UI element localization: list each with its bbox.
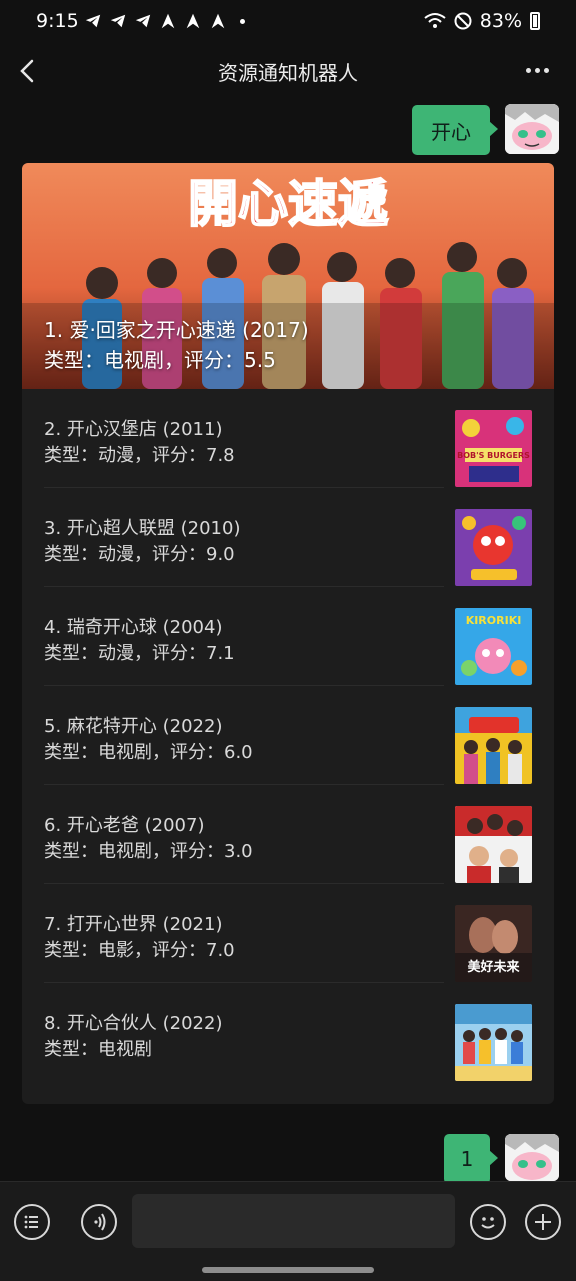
svg-text:開心速遞: 開心速遞 (188, 175, 389, 233)
list-item[interactable]: 5. 麻花特开心 (2022) 类型：电视剧，评分：6.0 (22, 686, 554, 785)
telegram-icon (110, 14, 126, 28)
item-thumbnail (455, 707, 532, 784)
notification-icons (84, 12, 245, 30)
item-title: 7. 打开心世界 (2021) (44, 914, 223, 935)
chat-title: 资源通知机器人 (218, 61, 358, 85)
home-indicator[interactable] (202, 1267, 374, 1273)
item-thumbnail: 美好未来 (455, 905, 532, 982)
item-thumbnail (455, 1004, 532, 1081)
item-thumbnail: BOB'S BURGERS (455, 410, 532, 487)
avatar-image (505, 1134, 559, 1181)
status-bar: 9:15 83% (0, 0, 576, 46)
svg-text:美好未来: 美好未来 (467, 959, 520, 975)
chat-header: 资源通知机器人 (0, 46, 576, 98)
item-subtitle: 类型：电视剧 (44, 1039, 152, 1060)
plus-icon[interactable] (525, 1204, 561, 1240)
list-item[interactable]: 4. 瑞奇开心球 (2004) 类型：动漫，评分：7.1 KIRORIKI (22, 587, 554, 686)
arrow-icon (211, 13, 225, 29)
item-subtitle: 类型：动漫，评分：7.8 (44, 445, 235, 466)
item-subtitle: 类型：动漫，评分：7.1 (44, 643, 235, 664)
avatar[interactable] (505, 1134, 559, 1181)
wifi-icon (424, 13, 446, 28)
user-message-text: 1 (460, 1147, 474, 1171)
list-item[interactable]: 2. 开心汉堡店 (2011) 类型：动漫，评分：7.8 BOB'S BURGE… (22, 389, 554, 488)
item-title: 6. 开心老爸 (2007) (44, 815, 205, 836)
item-title: 4. 瑞奇开心球 (2004) (44, 617, 223, 638)
item-title: 8. 开心合伙人 (2022) (44, 1013, 223, 1034)
featured-subtitle: 类型：电视剧，评分：5.5 (44, 348, 276, 372)
menu-list-icon[interactable] (14, 1204, 50, 1240)
search-result-card[interactable]: 開心速遞 1. 爱·回家之开心速递 (2017) 类型：电视剧，评分：5.5 2… (22, 163, 554, 1104)
item-thumbnail (455, 509, 532, 586)
emoji-icon[interactable] (470, 1204, 506, 1240)
featured-result[interactable]: 開心速遞 1. 爱·回家之开心速递 (2017) 类型：电视剧，评分：5.5 (22, 163, 554, 389)
battery-icon (530, 12, 540, 30)
featured-text: 1. 爱·回家之开心速递 (2017) 类型：电视剧，评分：5.5 (44, 315, 309, 375)
item-subtitle: 类型：电视剧，评分：3.0 (44, 841, 253, 862)
item-title: 5. 麻花特开心 (2022) (44, 716, 223, 737)
status-time: 9:15 (36, 10, 79, 32)
list-item[interactable]: 3. 开心超人联盟 (2010) 类型：动漫，评分：9.0 (22, 488, 554, 587)
featured-title: 1. 爱·回家之开心速递 (2017) (44, 318, 309, 342)
item-thumbnail: KIRORIKI (455, 608, 532, 685)
user-message-bubble[interactable]: 开心 (412, 105, 498, 155)
item-subtitle: 类型：动漫，评分：9.0 (44, 544, 235, 565)
dnd-icon (454, 12, 472, 30)
user-message-text: 开心 (431, 119, 471, 144)
item-thumbnail (455, 806, 532, 883)
list-item[interactable]: 8. 开心合伙人 (2022) 类型：电视剧 (22, 983, 554, 1082)
svg-text:BOB'S BURGERS: BOB'S BURGERS (457, 451, 530, 460)
list-item[interactable]: 7. 打开心世界 (2021) 类型：电影，评分：7.0 美好未来 (22, 884, 554, 983)
list-item[interactable]: 6. 开心老爸 (2007) 类型：电视剧，评分：3.0 (22, 785, 554, 884)
telegram-icon (85, 14, 101, 28)
voice-icon[interactable] (81, 1204, 117, 1240)
item-title: 2. 开心汉堡店 (2011) (44, 419, 223, 440)
item-title: 3. 开心超人联盟 (2010) (44, 518, 241, 539)
svg-text:KIRORIKI: KIRORIKI (466, 614, 522, 627)
avatar[interactable] (505, 104, 559, 154)
more-notifications-dot (240, 18, 245, 24)
user-message-bubble[interactable]: 1 (444, 1134, 498, 1184)
message-input[interactable] (132, 1194, 455, 1248)
battery-percent: 83% (479, 10, 522, 32)
item-subtitle: 类型：电视剧，评分：6.0 (44, 742, 253, 763)
system-icons: 83% (424, 10, 540, 32)
arrow-icon (161, 13, 175, 29)
avatar-image (505, 104, 559, 154)
more-icon[interactable] (522, 58, 552, 82)
arrow-icon (186, 13, 200, 29)
item-subtitle: 类型：电影，评分：7.0 (44, 940, 235, 961)
telegram-icon (135, 14, 151, 28)
input-bar (0, 1181, 576, 1281)
